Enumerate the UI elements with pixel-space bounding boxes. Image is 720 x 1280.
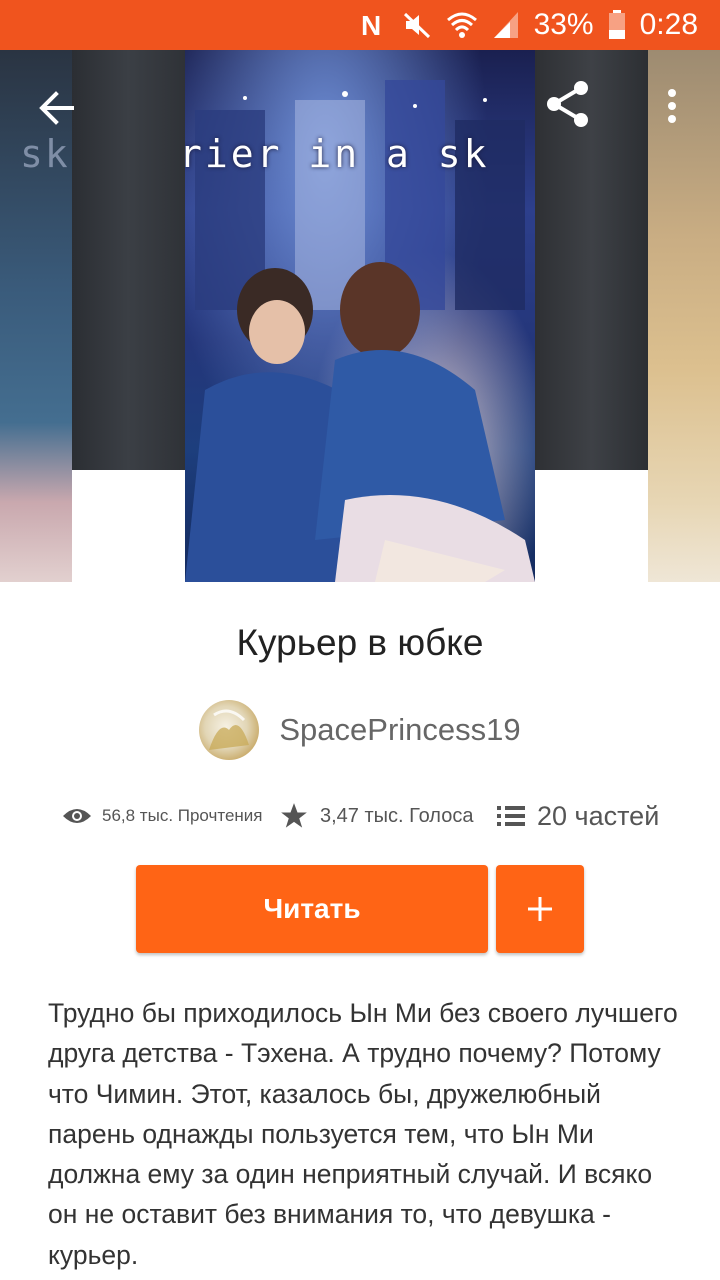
add-to-library-button[interactable] bbox=[496, 865, 584, 953]
mute-icon bbox=[402, 10, 432, 40]
wifi-icon bbox=[446, 10, 478, 40]
status-bar: N 33% 0:28 bbox=[0, 0, 720, 50]
clock: 0:28 bbox=[639, 8, 698, 41]
read-button[interactable]: Читать bbox=[136, 865, 488, 953]
svg-text:N: N bbox=[361, 10, 381, 40]
battery-icon bbox=[608, 10, 626, 40]
book-cover[interactable]: rier in a sk bbox=[185, 50, 535, 582]
parts-stat[interactable]: 20 частей bbox=[497, 796, 659, 836]
parts-count[interactable]: 20 частей bbox=[537, 801, 659, 832]
back-arrow-icon bbox=[39, 91, 74, 125]
book-title: Курьер в юбке bbox=[236, 622, 484, 663]
plus-icon bbox=[528, 897, 552, 921]
battery-percent: 33% bbox=[533, 8, 594, 41]
nfc-icon: N bbox=[360, 10, 388, 40]
back-button[interactable] bbox=[28, 80, 84, 136]
book-description: Трудно бы приходилось Ын Ми без своего л… bbox=[48, 998, 678, 1270]
signal-icon bbox=[492, 10, 520, 40]
share-icon bbox=[547, 81, 588, 127]
cover-backdrop-left bbox=[72, 50, 185, 470]
more-vert-icon bbox=[668, 89, 676, 123]
reads-count: 56,8 тыс. Прочтения bbox=[102, 806, 263, 825]
star-icon bbox=[281, 803, 307, 828]
votes-stat: 3,47 тыс. Голоса bbox=[280, 796, 473, 836]
previous-cover-text: sk bbox=[20, 132, 70, 176]
author-name[interactable]: SpacePrincess19 bbox=[279, 712, 520, 748]
book-stats: 56,8 тыс. Прочтения 3,47 тыс. Голоса 20 … bbox=[0, 796, 720, 836]
author-avatar[interactable] bbox=[199, 700, 260, 760]
eye-icon bbox=[63, 809, 91, 823]
more-options-button[interactable] bbox=[652, 82, 692, 130]
avatar-image bbox=[209, 709, 250, 750]
author-row[interactable]: SpacePrincess19 bbox=[0, 700, 720, 760]
votes-count: 3,47 тыс. Голоса bbox=[320, 804, 474, 827]
list-icon bbox=[497, 806, 525, 826]
share-button[interactable] bbox=[538, 74, 598, 134]
reads-stat: 56,8 тыс. Прочтения bbox=[62, 796, 263, 836]
cover-title-text: rier in a sk bbox=[185, 132, 490, 176]
cover-carousel[interactable]: sk rier in a sk bbox=[0, 50, 720, 582]
cover-figures-illustration bbox=[185, 262, 535, 582]
